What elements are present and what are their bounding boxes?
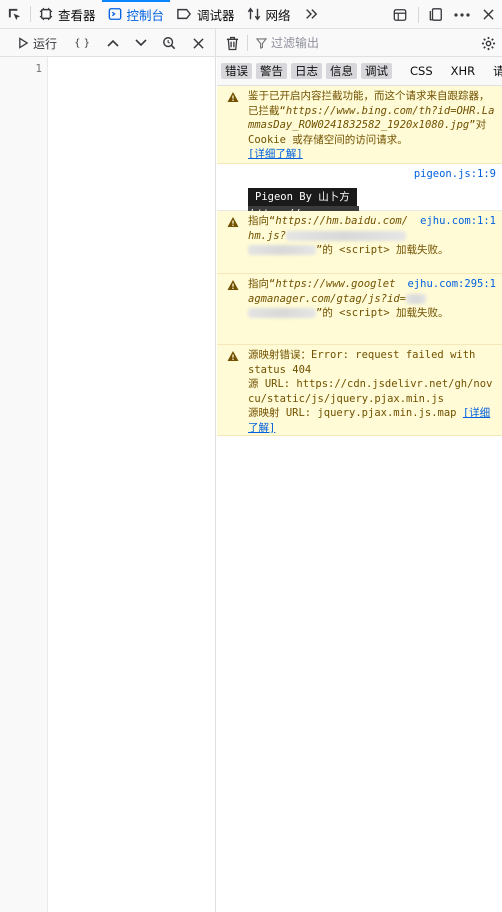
filter-requests-button[interactable]: 请求 — [489, 63, 502, 79]
redacted-text — [285, 230, 406, 241]
dock-side-icon[interactable] — [422, 0, 450, 29]
line-gutter: 1 — [0, 57, 48, 912]
console-message-warning: 鉴于已开启内容拦截功能，而这个请求来自跟踪器，已拦截“https://www.b… — [217, 86, 502, 164]
message-source-link[interactable]: pigeon.js:1:9 — [414, 167, 496, 182]
filter-css-button[interactable]: CSS — [406, 63, 437, 79]
console-message-warning: ejhu.com:1:1 指向“https://hm.baidu.com/hm.… — [217, 211, 502, 274]
styled-log-banner: Pigeon By 山卜方 — [248, 187, 357, 206]
filter-logs-button[interactable]: 日志 — [291, 63, 322, 79]
warning-icon — [227, 280, 239, 290]
message-url: https://www.bing.com/th?id=OHR.LammasDay… — [248, 104, 495, 132]
redacted-text — [406, 293, 427, 304]
message-text: 源映射 URL: jquery.pjax.min.js.map — [248, 407, 457, 419]
play-icon — [19, 37, 29, 49]
console-message-log: pigeon.js:1:9 Pigeon By 山卜方 https://novc… — [217, 164, 502, 223]
more-tabs-chevron-icon[interactable] — [297, 0, 325, 29]
message-text: 源映射错误：Error: request failed with status … — [248, 349, 476, 376]
console-editor[interactable]: 1 — [0, 57, 216, 912]
redacted-text — [248, 308, 316, 318]
editor-toolbar: 运行 { } — [0, 29, 216, 57]
learn-more-link[interactable]: [详细了解] — [248, 148, 303, 160]
console-settings-gear-icon[interactable] — [474, 29, 502, 57]
warning-icon — [227, 92, 239, 102]
message-text: 指向“ — [248, 278, 276, 290]
tab-network[interactable]: 网络 — [241, 0, 297, 29]
element-picker-icon[interactable] — [0, 0, 28, 29]
message-text: ”的 <script> 加载失败。 — [316, 244, 449, 256]
message-text: 源 URL: https://cdn.jsdelivr.net/gh/novcu… — [248, 378, 493, 405]
message-text: ”的 <script> 加载失败。 — [316, 307, 449, 319]
pretty-print-button[interactable]: { } — [65, 29, 99, 57]
line-number: 1 — [35, 62, 42, 75]
trash-icon[interactable] — [217, 29, 247, 57]
run-button[interactable]: 运行 — [0, 29, 65, 57]
debugger-icon — [177, 8, 192, 20]
close-editor-icon[interactable] — [183, 29, 213, 57]
run-button-label: 运行 — [33, 36, 58, 51]
tab-debugger[interactable]: 调试器 — [170, 0, 241, 29]
console-toolbar — [217, 29, 502, 57]
message-source-link[interactable]: ejhu.com:295:1 — [407, 277, 496, 292]
tab-separator — [418, 7, 419, 23]
tab-console[interactable]: 控制台 — [101, 0, 171, 29]
console-message-warning: 源映射错误：Error: request failed with status … — [217, 345, 502, 436]
filter-errors-button[interactable]: 错误 — [221, 63, 252, 79]
filter-xhr-button[interactable]: XHR — [447, 63, 480, 79]
console-message-warning: ejhu.com:295:1 指向“https://www.googletagm… — [217, 274, 502, 345]
tab-inspector[interactable]: 查看器 — [33, 0, 102, 29]
split-console-icon[interactable] — [386, 0, 414, 29]
reverse-search-icon[interactable] — [155, 29, 183, 57]
network-icon — [247, 7, 260, 21]
redacted-text — [248, 245, 316, 255]
secondary-toolbar: 运行 { } — [0, 29, 502, 57]
message-source-link[interactable]: ejhu.com:1:1 — [420, 214, 496, 229]
console-icon — [108, 8, 121, 20]
devtools-tabbar: 查看器 控制台 调试器 网络 — [0, 0, 502, 29]
warning-icon — [227, 351, 239, 361]
warning-icon — [227, 217, 239, 227]
inspector-icon — [39, 7, 53, 21]
close-devtools-icon[interactable] — [474, 0, 502, 29]
tab-debugger-label: 调试器 — [197, 7, 235, 23]
tab-inspector-label: 查看器 — [58, 7, 96, 23]
message-text: 指向“ — [248, 215, 276, 227]
filter-warnings-button[interactable]: 警告 — [256, 63, 287, 79]
tab-console-label: 控制台 — [126, 7, 165, 23]
filter-info-button[interactable]: 信息 — [326, 63, 357, 79]
history-up-icon[interactable] — [99, 29, 127, 57]
filter-icon — [256, 37, 267, 49]
console-messages: 鉴于已开启内容拦截功能，而这个请求来自跟踪器，已拦截“https://www.b… — [217, 86, 502, 436]
filter-debug-button[interactable]: 调试 — [361, 63, 392, 79]
filter-output-input[interactable] — [271, 36, 461, 50]
tab-network-label: 网络 — [265, 7, 291, 23]
toolbar-separator — [247, 35, 248, 51]
history-down-icon[interactable] — [127, 29, 155, 57]
more-options-icon[interactable] — [448, 0, 476, 29]
tab-separator — [30, 6, 31, 22]
message-filter-bar: 错误 警告 日志 信息 调试 CSS XHR 请求 — [217, 57, 502, 86]
